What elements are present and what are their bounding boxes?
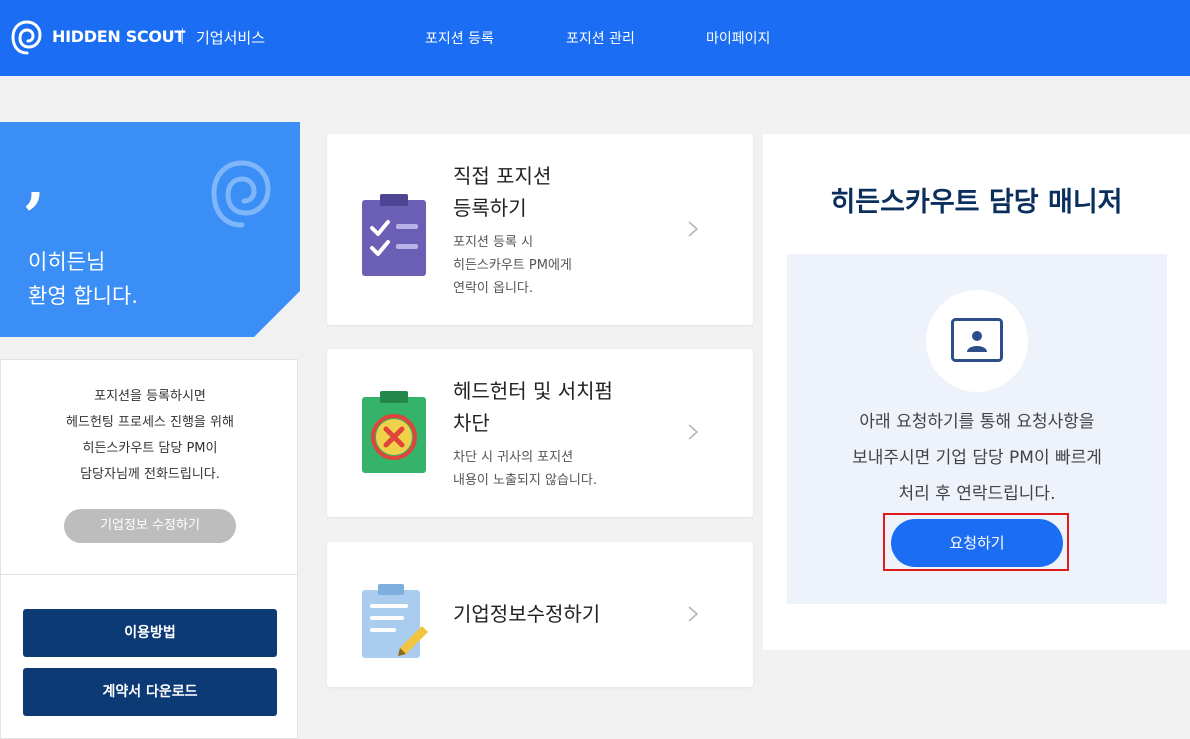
manager-profile-icon (951, 318, 1003, 362)
card-desc-line: 차단 시 귀사의 포지션 (453, 450, 574, 465)
manager-inner-box: 아래 요청하기를 통해 요청사항을 보내주시면 기업 담당 PM이 빠르게 처리… (787, 254, 1167, 604)
chevron-right-icon (688, 221, 699, 237)
info-line: 히든스카우트 담당 PM이 (82, 441, 218, 456)
brand-service-label: 기업서비스 (196, 29, 266, 47)
nav-position-register[interactable]: 포지션 등록 (425, 28, 494, 48)
card-desc: 차단 시 귀사의 포지션 내용이 노출되지 않습니다. (453, 446, 597, 492)
quote-mark-icon: , (25, 147, 46, 215)
info-line: 담당자님께 전화드립니다. (80, 467, 220, 482)
info-line: 헤드헌팅 프로세스 진행을 위해 (66, 415, 234, 430)
manager-desc-line: 아래 요청하기를 통해 요청사항을 (859, 412, 1095, 432)
card-register-position[interactable]: 직접 포지션 등록하기 포지션 등록 시 히든스카우트 PM에게 연락이 옵니다… (327, 134, 753, 325)
welcome-message: 환영 합니다. (28, 284, 138, 308)
card-title-line: 헤드헌터 및 서치펌 (453, 379, 613, 403)
brand-name[interactable]: HIDDEN SCOUT (52, 27, 185, 46)
top-header: HIDDEN SCOUT 기업서비스 포지션 등록 포지션 관리 마이페이지 (0, 0, 1190, 76)
edit-company-info-button[interactable]: 기업정보 수정하기 (64, 509, 236, 543)
clipboard-block-icon (362, 391, 426, 473)
welcome-corner-cut (254, 291, 300, 337)
card-title: 헤드헌터 및 서치펌 차단 (453, 375, 613, 439)
card-desc-line: 히든스카우트 PM에게 (453, 258, 572, 273)
card-title: 기업정보수정하기 (453, 598, 600, 630)
nav-position-manage[interactable]: 포지션 관리 (566, 28, 635, 48)
card-title-line: 차단 (453, 411, 490, 435)
info-card: 포지션을 등록하시면 헤드헌팅 프로세스 진행을 위해 히든스카우트 담당 PM… (0, 359, 298, 739)
clipboard-check-icon (362, 194, 426, 276)
info-line: 포지션을 등록하시면 (94, 389, 206, 404)
card-title-line: 직접 포지션 (453, 164, 552, 188)
card-title: 직접 포지션 등록하기 (453, 160, 551, 224)
brand-divider (182, 28, 183, 44)
card-desc-line: 포지션 등록 시 (453, 235, 534, 250)
welcome-user-name: 이히든님 (28, 250, 106, 274)
avatar (926, 290, 1028, 392)
info-text: 포지션을 등록하시면 헤드헌팅 프로세스 진행을 위해 히든스카우트 담당 PM… (1, 384, 299, 488)
chevron-right-icon (688, 606, 699, 622)
info-divider (1, 574, 297, 575)
manager-desc-line: 보내주시면 기업 담당 PM이 빠르게 (852, 448, 1102, 468)
card-edit-company-info[interactable]: 기업정보수정하기 (327, 542, 753, 687)
chevron-right-icon (688, 424, 699, 440)
how-to-use-button[interactable]: 이용방법 (23, 609, 277, 657)
hidden-scout-logo-icon[interactable] (10, 18, 44, 56)
card-desc-line: 연락이 옵니다. (453, 281, 534, 296)
clipboard-edit-icon (362, 584, 428, 658)
card-desc: 포지션 등록 시 히든스카우트 PM에게 연락이 옵니다. (453, 231, 572, 300)
nav-mypage[interactable]: 마이페이지 (706, 28, 770, 48)
welcome-panel: , 이히든님 환영 합니다. (0, 122, 300, 337)
manager-desc-line: 처리 후 연락드립니다. (898, 484, 1056, 504)
manager-description: 아래 요청하기를 통해 요청사항을 보내주시면 기업 담당 PM이 빠르게 처리… (787, 404, 1167, 512)
contract-download-button[interactable]: 계약서 다운로드 (23, 668, 277, 716)
card-desc-line: 내용이 노출되지 않습니다. (453, 473, 597, 488)
spiral-logo-icon (211, 160, 271, 228)
manager-title: 히든스카우트 담당 매니저 (830, 187, 1123, 218)
card-title-line: 기업정보수정하기 (453, 602, 601, 626)
request-button[interactable]: 요청하기 (891, 519, 1063, 567)
manager-panel: 히든스카우트 담당 매니저 아래 요청하기를 통해 요청사항을 보내주시면 기업… (763, 134, 1190, 650)
card-title-line: 등록하기 (453, 196, 527, 220)
card-block-headhunter[interactable]: 헤드헌터 및 서치펌 차단 차단 시 귀사의 포지션 내용이 노출되지 않습니다… (327, 349, 753, 517)
